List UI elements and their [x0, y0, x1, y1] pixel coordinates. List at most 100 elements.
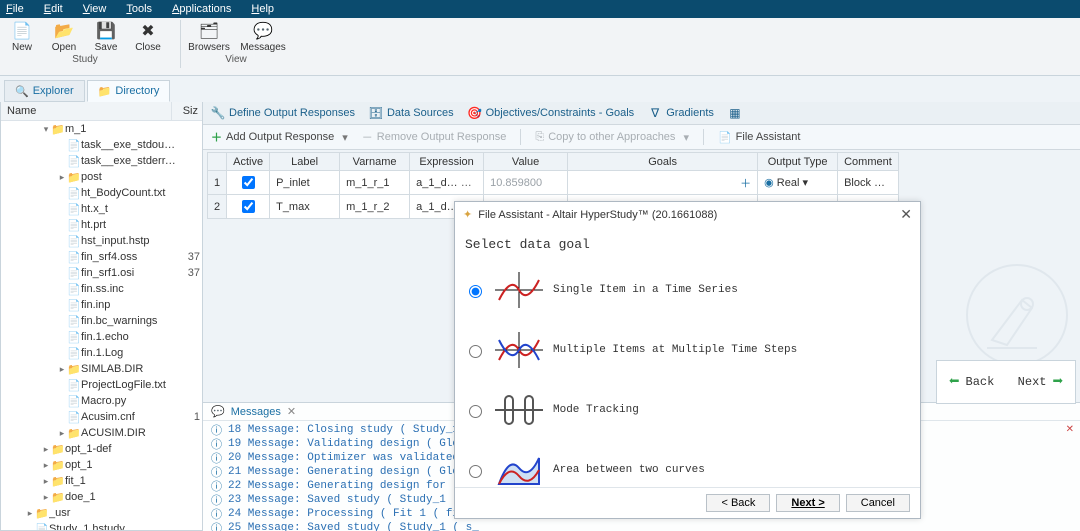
- radio-area-between[interactable]: [469, 465, 482, 478]
- menu-applications[interactable]: ApplicationsApplications: [172, 3, 231, 15]
- tree-row[interactable]: ▸📁fit_1: [1, 473, 202, 489]
- option-label: Area between two curves: [553, 464, 705, 476]
- open-button[interactable]: 📂Open: [48, 20, 80, 53]
- menu-file[interactable]: FFileile: [6, 3, 24, 15]
- radio-mode-tracking[interactable]: [469, 405, 482, 418]
- tree-row[interactable]: ▸📁opt_1-def: [1, 441, 202, 457]
- tree-row[interactable]: ▸📁post: [1, 169, 202, 185]
- tree-row[interactable]: 📄fin.1.echo: [1, 329, 202, 345]
- tab-data-sources[interactable]: 🗄Data Sources: [369, 106, 454, 120]
- arrow-right-icon: ➡: [1052, 371, 1063, 393]
- menu-edit[interactable]: EditEdit: [44, 3, 63, 15]
- plus-icon[interactable]: ＋: [740, 178, 751, 190]
- tree-label: m_1: [65, 123, 178, 135]
- tree-row[interactable]: ▸📁_usr: [1, 505, 202, 521]
- active-checkbox[interactable]: [242, 176, 255, 189]
- file-assistant-button[interactable]: 📄File Assistant: [718, 131, 801, 144]
- cell-label[interactable]: T_max: [270, 195, 340, 219]
- option-multiple-items[interactable]: Multiple Items at Multiple Time Steps: [465, 320, 910, 380]
- messages-button[interactable]: 💬Messages: [241, 20, 285, 53]
- messages-tab[interactable]: Messages: [231, 406, 281, 418]
- dialog-back-button[interactable]: < Back: [706, 494, 770, 512]
- tree-row[interactable]: ▸📁ACUSIM.DIR: [1, 425, 202, 441]
- col-expression[interactable]: Expression: [410, 153, 484, 171]
- tree-label: fit_1: [65, 475, 178, 487]
- tab-gradients[interactable]: ∇Gradients: [648, 106, 714, 120]
- tree-row[interactable]: 📄task__exe_stdout.txt: [1, 137, 202, 153]
- tree-row[interactable]: 📄Macro.py: [1, 393, 202, 409]
- tab-more[interactable]: ▦: [728, 106, 742, 120]
- add-output-response-button[interactable]: ＋Add Output Response▾: [211, 129, 348, 145]
- table-row[interactable]: 1P_inletm_1_r_1a_1_d… …10.859800＋◉ Real …: [208, 171, 899, 195]
- tree-row[interactable]: 📄fin_srf1.osi37: [1, 265, 202, 281]
- tree-row[interactable]: ▾📁m_1: [1, 121, 202, 137]
- menu-view[interactable]: ViewView: [83, 3, 107, 15]
- cell-comment[interactable]: Block …: [838, 171, 899, 195]
- cell-label[interactable]: P_inlet: [270, 171, 340, 195]
- dialog-cancel-button[interactable]: Cancel: [846, 494, 910, 512]
- tree-twisty-icon: ▸: [57, 428, 67, 439]
- col-value[interactable]: Value: [484, 153, 568, 171]
- col-comment[interactable]: Comment: [838, 153, 899, 171]
- tree-row[interactable]: ▸📁opt_1: [1, 457, 202, 473]
- ellipsis-icon[interactable]: …: [461, 177, 472, 189]
- col-goals[interactable]: Goals: [568, 153, 758, 171]
- menu-tools[interactable]: ToolsTools: [126, 3, 152, 15]
- cell-expression[interactable]: a_1_d… …: [410, 171, 484, 195]
- col-varname[interactable]: Varname: [340, 153, 410, 171]
- tree-row[interactable]: 📄ProjectLogFile.txt: [1, 377, 202, 393]
- tab-define-output-responses[interactable]: 🔧Define Output Responses: [211, 106, 355, 120]
- cell-varname[interactable]: m_1_r_1: [340, 171, 410, 195]
- tree-row[interactable]: 📄hst_input.hstp: [1, 233, 202, 249]
- col-active[interactable]: Active: [227, 153, 270, 171]
- tree-row[interactable]: 📄Study_1.hstudy: [1, 521, 202, 530]
- col-label[interactable]: Label: [270, 153, 340, 171]
- tree-row[interactable]: 📄ht.x_t: [1, 201, 202, 217]
- file-icon: 📄: [67, 395, 81, 408]
- cell-output-type[interactable]: ◉ Real ▾: [758, 171, 838, 195]
- tree-header-name[interactable]: Name: [1, 102, 172, 120]
- tree-row[interactable]: ▸📁SIMLAB.DIR: [1, 361, 202, 377]
- menu-help[interactable]: HelpHelp: [251, 3, 274, 15]
- new-button[interactable]: 📄New: [6, 20, 38, 53]
- tree-row[interactable]: 📄fin.ss.inc: [1, 281, 202, 297]
- area-between-curves-icon: [495, 446, 543, 487]
- radio-single-item[interactable]: [469, 285, 482, 298]
- cell-goals[interactable]: ＋: [568, 171, 758, 195]
- nav-next-button[interactable]: Next➡: [1018, 371, 1064, 393]
- tab-explorer[interactable]: 🔍Explorer: [4, 80, 85, 102]
- active-checkbox[interactable]: [242, 200, 255, 213]
- tab-directory[interactable]: 📁Directory: [87, 80, 171, 102]
- tree-row[interactable]: 📄ht_BodyCount.txt: [1, 185, 202, 201]
- col-output-type[interactable]: Output Type: [758, 153, 838, 171]
- objectives-icon: 🎯: [468, 106, 482, 120]
- tree-row[interactable]: 📄fin.1.Log: [1, 345, 202, 361]
- option-mode-tracking[interactable]: Mode Tracking: [465, 380, 910, 440]
- tree-row[interactable]: 📄ht.prt: [1, 217, 202, 233]
- tree-label: ProjectLogFile.txt: [81, 379, 178, 391]
- dialog-next-button[interactable]: Next >: [776, 494, 839, 512]
- panel-close-icon[interactable]: ✕: [1066, 424, 1074, 435]
- nav-back-button[interactable]: ⬅Back: [949, 371, 995, 393]
- tree-header-size[interactable]: Siz: [172, 102, 202, 120]
- tree-row[interactable]: 📄Acusim.cnf1: [1, 409, 202, 425]
- tree-row[interactable]: 📄task__exe_stderr.txt: [1, 153, 202, 169]
- tree-row[interactable]: 📄fin.inp: [1, 297, 202, 313]
- browsers-button[interactable]: 🗂Browsers: [187, 20, 231, 53]
- messages-close-icon[interactable]: ✕: [287, 405, 296, 418]
- tab-objectives-constraints[interactable]: 🎯Objectives/Constraints - Goals: [468, 106, 635, 120]
- tree-label: ht_BodyCount.txt: [81, 187, 178, 199]
- chevron-down-icon[interactable]: ▾: [802, 177, 808, 189]
- tree-label: fin.1.echo: [81, 331, 178, 343]
- tree-row[interactable]: ▸📁doe_1: [1, 489, 202, 505]
- folder-icon: 📁: [51, 443, 65, 456]
- save-button[interactable]: 💾Save: [90, 20, 122, 53]
- close-button[interactable]: ✖Close: [132, 20, 164, 53]
- tree-row[interactable]: 📄fin_srf4.oss37: [1, 249, 202, 265]
- option-single-item[interactable]: Single Item in a Time Series: [465, 260, 910, 320]
- dialog-close-button[interactable]: ✕: [900, 206, 912, 223]
- tree-row[interactable]: 📄fin.bc_warnings: [1, 313, 202, 329]
- cell-varname[interactable]: m_1_r_2: [340, 195, 410, 219]
- option-area-between-curves[interactable]: Area between two curves: [465, 440, 910, 487]
- radio-multiple-items[interactable]: [469, 345, 482, 358]
